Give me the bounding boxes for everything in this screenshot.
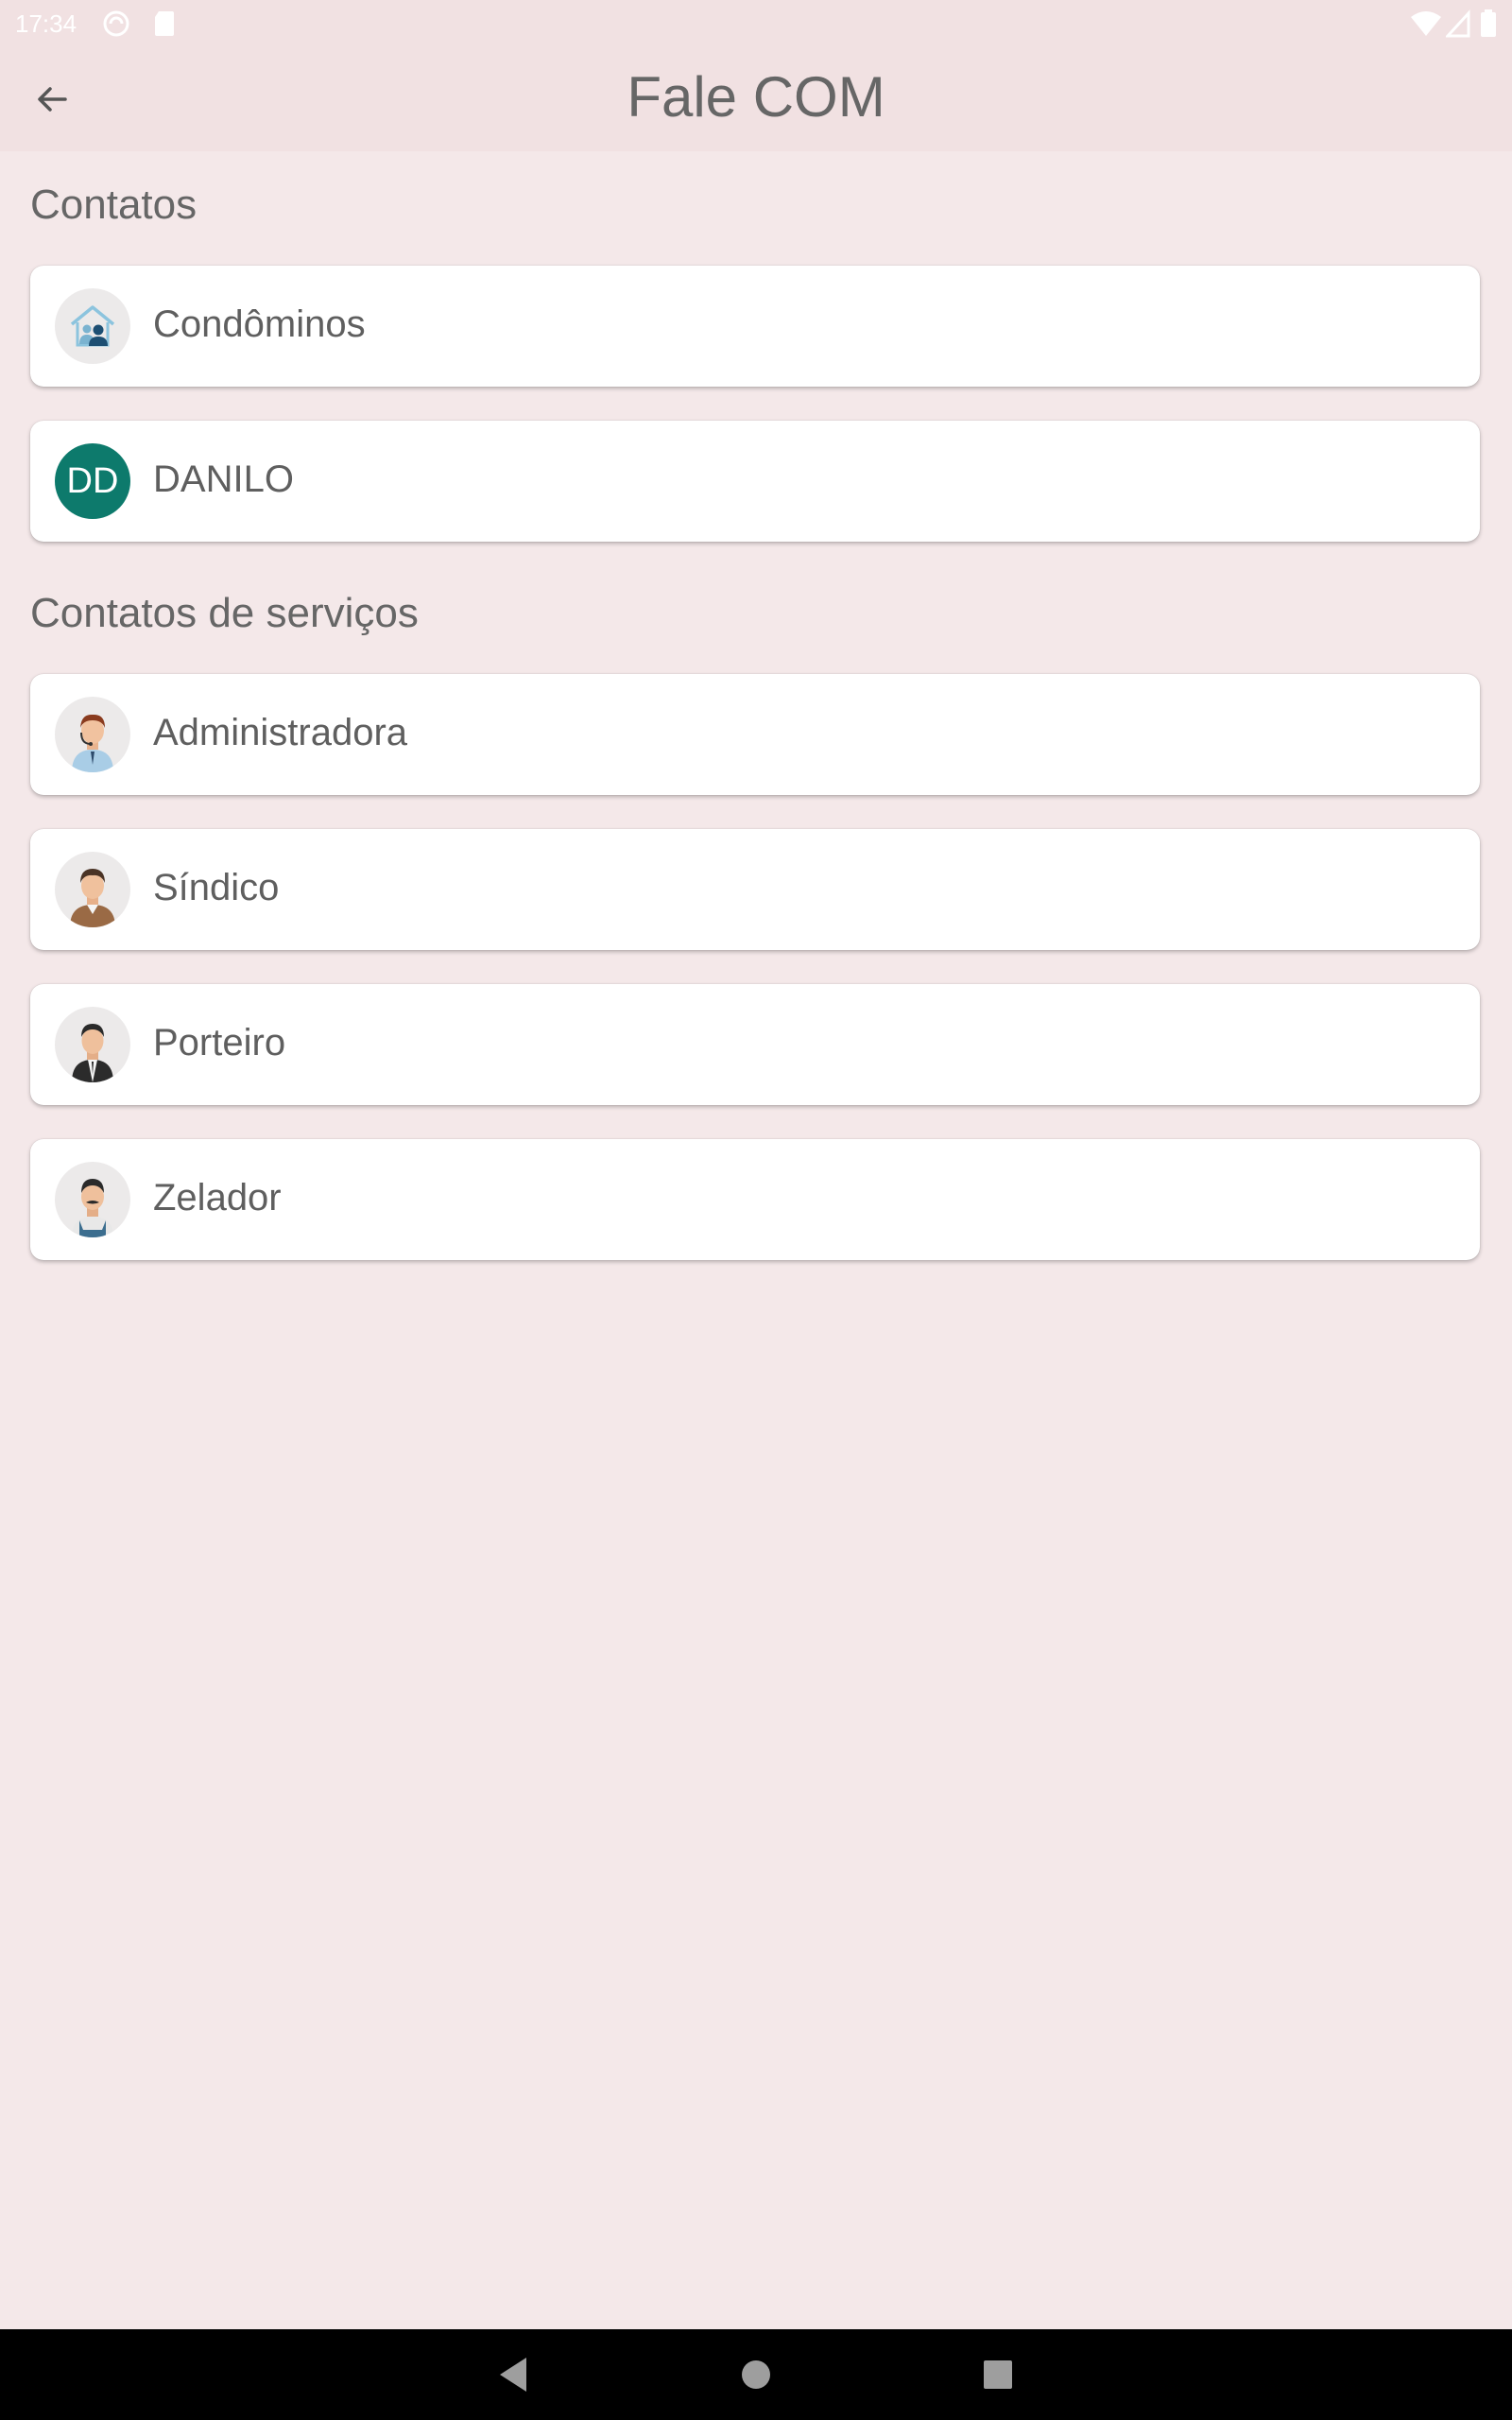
service-item-sindico[interactable]: Síndico	[30, 829, 1480, 950]
service-item-administradora[interactable]: Administradora	[30, 674, 1480, 795]
system-nav-bar	[0, 2329, 1512, 2420]
service-label: Síndico	[153, 867, 280, 908]
battery-icon	[1480, 9, 1497, 43]
status-time: 17:34	[15, 9, 77, 38]
service-label: Administradora	[153, 712, 408, 753]
section-title-contacts: Contatos	[30, 182, 198, 228]
manager-avatar-icon	[55, 852, 130, 927]
home-circle-icon[interactable]	[741, 2354, 771, 2400]
contact-label: DANILO	[153, 458, 294, 500]
contact-label: Condôminos	[153, 303, 366, 345]
signal-icon	[1444, 9, 1470, 43]
sd-card-icon	[153, 9, 176, 43]
avatar: DD	[55, 443, 130, 519]
contact-item-condominos[interactable]: Condôminos	[30, 266, 1480, 387]
sync-icon	[102, 9, 130, 43]
residents-house-icon	[55, 288, 130, 364]
service-label: Porteiro	[153, 1022, 286, 1063]
app-bar: Fale COM	[0, 47, 1512, 151]
page-title: Fale COM	[627, 65, 885, 129]
service-item-porteiro[interactable]: Porteiro	[30, 984, 1480, 1105]
doorman-avatar-icon	[55, 1007, 130, 1082]
contact-item-danilo[interactable]: DD DANILO	[30, 421, 1480, 542]
caretaker-avatar-icon	[55, 1162, 130, 1237]
wifi-icon	[1410, 9, 1442, 43]
recents-square-icon[interactable]	[983, 2354, 1013, 2400]
service-item-zelador[interactable]: Zelador	[30, 1139, 1480, 1260]
administrator-avatar-icon	[55, 697, 130, 772]
service-label: Zelador	[153, 1177, 282, 1219]
back-triangle-icon[interactable]	[496, 2354, 530, 2400]
status-bar: 17:34	[0, 0, 1512, 47]
section-title-services: Contatos de serviços	[30, 590, 419, 636]
